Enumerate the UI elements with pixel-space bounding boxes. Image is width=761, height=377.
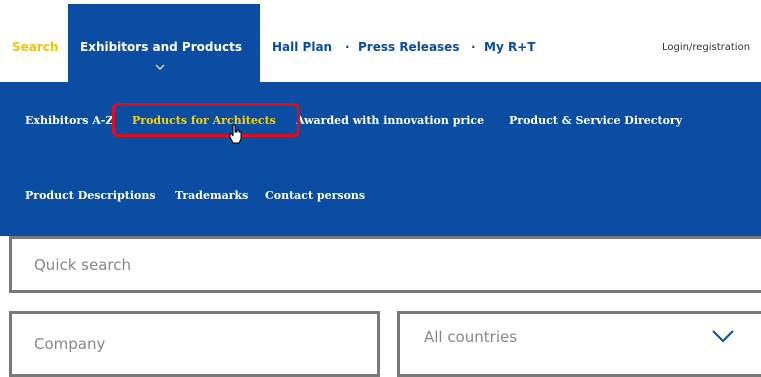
nav-search-link[interactable]: Search [12, 40, 58, 54]
chevron-down-icon [155, 64, 165, 70]
nav-hall-plan-link[interactable]: Hall Plan [272, 40, 332, 54]
chevron-down-icon [712, 330, 734, 343]
nav-separator: · [345, 40, 350, 54]
nav-exhibitors-products-tab[interactable]: Exhibitors and Products [68, 4, 260, 82]
top-navigation-bar: Search Exhibitors and Products Hall Plan… [0, 0, 761, 82]
quick-search-input[interactable] [12, 239, 761, 290]
submenu-item-awarded-innovation-price[interactable]: Awarded with innovation price [296, 114, 484, 127]
nav-my-rt-link[interactable]: My R+T [484, 40, 535, 54]
country-select-value: All countries [424, 328, 518, 346]
submenu-item-product-descriptions[interactable]: Product Descriptions [25, 189, 156, 202]
submenu-item-trademarks[interactable]: Trademarks [175, 189, 248, 202]
submenu-item-product-service-directory[interactable]: Product & Service Directory [509, 114, 682, 127]
nav-exhibitors-products-label: Exhibitors and Products [80, 40, 243, 54]
submenu-item-contact-persons[interactable]: Contact persons [265, 189, 365, 202]
quick-search-field[interactable] [9, 236, 761, 293]
submenu-item-exhibitors-a-z[interactable]: Exhibitors A-Z [25, 114, 113, 127]
hand-cursor-icon [229, 124, 242, 144]
highlight-annotation-box [112, 103, 300, 137]
nav-press-releases-link[interactable]: Press Releases [358, 40, 459, 54]
company-input[interactable] [12, 314, 377, 374]
login-registration-link[interactable]: Login/registration [662, 42, 750, 53]
nav-separator: · [471, 40, 476, 54]
company-field[interactable] [9, 311, 380, 377]
country-select[interactable]: All countries [397, 311, 761, 377]
